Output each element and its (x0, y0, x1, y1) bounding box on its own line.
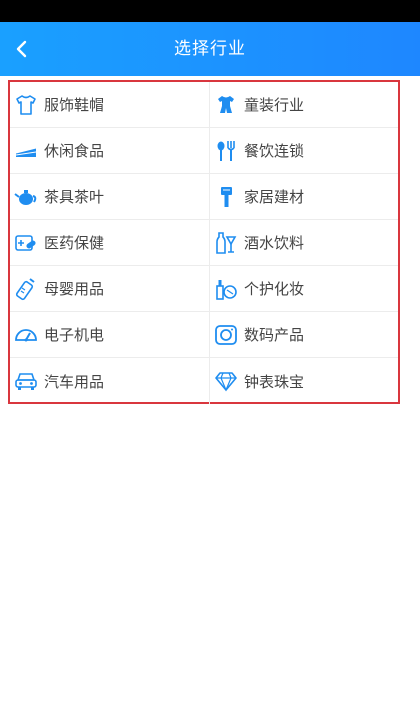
industry-item-home-building[interactable]: 家居建材 (210, 174, 398, 220)
paint-brush-icon (214, 185, 238, 209)
industry-item-personal-care[interactable]: 个护化妆 (210, 266, 398, 312)
industry-list-highlight: 服饰鞋帽 童装行业 休闲食品 餐饮连锁 茶具茶叶 家居建材 医药保健 酒水饮料 … (8, 80, 400, 404)
industry-label: 家居建材 (244, 188, 305, 206)
industry-label: 童装行业 (244, 96, 305, 114)
baby-bottle-icon (14, 277, 38, 301)
industry-item-maternal-baby[interactable]: 母婴用品 (10, 266, 210, 312)
car-icon (14, 369, 38, 393)
industry-label: 个护化妆 (244, 280, 305, 298)
industry-item-auto[interactable]: 汽车用品 (10, 358, 210, 404)
industry-label: 茶具茶叶 (44, 188, 105, 206)
teapot-icon (14, 185, 38, 209)
industry-label: 汽车用品 (44, 372, 105, 391)
industry-item-kids-clothing[interactable]: 童装行业 (210, 82, 398, 128)
industry-item-tea[interactable]: 茶具茶叶 (10, 174, 210, 220)
kids-clothing-icon (214, 93, 238, 117)
diamond-icon (214, 369, 238, 393)
page-title: 选择行业 (174, 39, 246, 59)
medicine-icon (14, 231, 38, 255)
industry-item-snacks[interactable]: 休闲食品 (10, 128, 210, 174)
industry-item-apparel[interactable]: 服饰鞋帽 (10, 82, 210, 128)
industry-label: 酒水饮料 (244, 234, 305, 252)
industry-label: 休闲食品 (44, 142, 105, 160)
camera-icon (214, 323, 238, 347)
industry-item-electronics[interactable]: 电子机电 (10, 312, 210, 358)
industry-label: 数码产品 (244, 326, 305, 344)
industry-item-medicine[interactable]: 医药保健 (10, 220, 210, 266)
cake-icon (14, 139, 38, 163)
shirt-icon (14, 93, 38, 117)
industry-label: 服饰鞋帽 (44, 96, 105, 114)
industry-label: 医药保健 (44, 234, 105, 252)
bottle-glass-icon (214, 231, 238, 255)
header: 选择行业 (0, 22, 420, 76)
industry-label: 电子机电 (44, 326, 105, 344)
industry-grid: 服饰鞋帽 童装行业 休闲食品 餐饮连锁 茶具茶叶 家居建材 医药保健 酒水饮料 … (10, 82, 398, 404)
industry-item-catering[interactable]: 餐饮连锁 (210, 128, 398, 174)
status-bar (0, 0, 420, 22)
industry-item-watch-jewelry[interactable]: 钟表珠宝 (210, 358, 398, 404)
fork-spoon-icon (214, 139, 238, 163)
industry-label: 母婴用品 (44, 280, 105, 298)
industry-item-beverages[interactable]: 酒水饮料 (210, 220, 398, 266)
gauge-icon (14, 323, 38, 347)
industry-label: 钟表珠宝 (244, 372, 305, 391)
industry-label: 餐饮连锁 (244, 142, 305, 160)
cosmetics-icon (214, 277, 238, 301)
industry-item-digital[interactable]: 数码产品 (210, 312, 398, 358)
